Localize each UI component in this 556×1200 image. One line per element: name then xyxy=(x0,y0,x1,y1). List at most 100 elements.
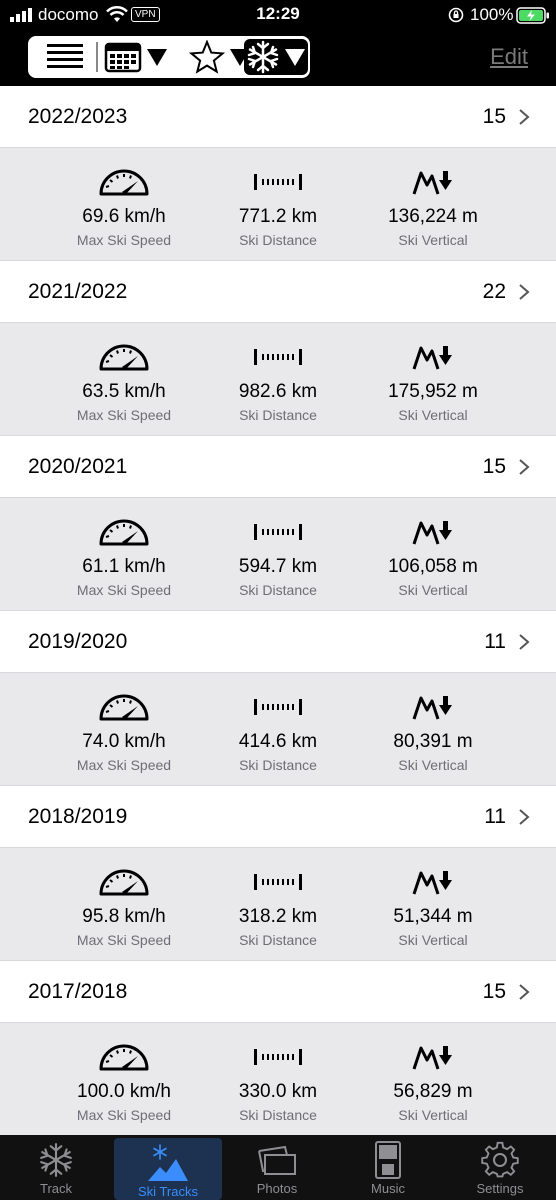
battery-charging-icon xyxy=(516,7,549,24)
speedometer-icon xyxy=(99,344,149,371)
tab-music[interactable]: Music xyxy=(334,1135,442,1200)
distance-stat: 771.2 km Ski Distance xyxy=(198,148,358,248)
status-bar: docomo VPN 12:29 100% xyxy=(0,0,556,30)
list-icon xyxy=(47,44,83,68)
season-row[interactable]: 2021/2022 22 xyxy=(0,261,556,323)
season-track-count: 15 xyxy=(482,455,506,478)
tab-label: Settings xyxy=(476,1181,524,1196)
vertical-descent-icon xyxy=(412,521,452,545)
music-player-icon xyxy=(375,1141,401,1179)
vertical-stat: 80,391 m Ski Vertical xyxy=(353,673,513,773)
tab-label: Photos xyxy=(256,1181,298,1196)
star-icon xyxy=(189,40,225,74)
season-filter-button[interactable] xyxy=(244,39,308,75)
season-stats: 74.0 km/h Max Ski Speed 414.6 km Ski Dis… xyxy=(0,673,556,786)
season-row[interactable]: 2022/2023 15 xyxy=(0,86,556,148)
vertical-stat: 175,952 m Ski Vertical xyxy=(353,323,513,423)
season-track-count: 15 xyxy=(482,980,506,1003)
vertical-descent-icon xyxy=(412,1046,452,1070)
chevron-right-icon xyxy=(519,109,530,125)
season-stats: 100.0 km/h Max Ski Speed 330.0 km Ski Di… xyxy=(0,1023,556,1135)
toolbar: Edit xyxy=(0,30,556,86)
ruler-icon xyxy=(254,1049,302,1065)
season-track-count: 11 xyxy=(484,630,506,653)
vertical-stat: 56,829 m Ski Vertical xyxy=(353,1023,513,1123)
season-section: 2020/2021 15 61.1 km/h Max Ski Speed 594… xyxy=(0,436,556,611)
season-row[interactable]: 2017/2018 15 xyxy=(0,961,556,1023)
tab-label: Track xyxy=(39,1181,73,1196)
distance-stat: 330.0 km Ski Distance xyxy=(198,1023,358,1123)
distance-label: Ski Distance xyxy=(239,757,317,773)
tab-label: Ski Tracks xyxy=(138,1184,198,1199)
chevron-right-icon xyxy=(519,284,530,300)
season-section: 2017/2018 15 100.0 km/h Max Ski Speed 33… xyxy=(0,961,556,1135)
max-speed-label: Max Ski Speed xyxy=(76,1107,172,1123)
distance-stat: 594.7 km Ski Distance xyxy=(198,498,358,598)
season-row[interactable]: 2019/2020 11 xyxy=(0,611,556,673)
distance-label: Ski Distance xyxy=(239,232,317,248)
distance-stat: 318.2 km Ski Distance xyxy=(198,848,358,948)
snowflake-icon xyxy=(247,40,279,74)
view-filter-segmented-control xyxy=(28,36,310,78)
chevron-right-icon xyxy=(519,459,530,475)
chevron-right-icon xyxy=(519,984,530,1000)
season-section: 2018/2019 11 95.8 km/h Max Ski Speed 318… xyxy=(0,786,556,961)
season-row[interactable]: 2018/2019 11 xyxy=(0,786,556,848)
vertical-descent-icon xyxy=(412,871,452,895)
vertical-value: 80,391 m xyxy=(393,731,473,752)
tab-ski-tracks[interactable]: Ski Tracks xyxy=(114,1138,222,1200)
ruler-icon xyxy=(254,524,302,540)
speedometer-icon xyxy=(99,519,149,546)
speedometer-icon xyxy=(99,1044,149,1071)
max-speed-stat: 74.0 km/h Max Ski Speed xyxy=(44,673,204,773)
vertical-label: Ski Vertical xyxy=(398,1107,468,1123)
tab-track[interactable]: Track xyxy=(2,1135,110,1200)
max-speed-stat: 63.5 km/h Max Ski Speed xyxy=(44,323,204,423)
edit-button[interactable]: Edit xyxy=(490,44,528,70)
distance-value: 414.6 km xyxy=(238,731,318,752)
season-section: 2019/2020 11 74.0 km/h Max Ski Speed 414… xyxy=(0,611,556,786)
vertical-value: 136,224 m xyxy=(388,206,478,227)
vertical-stat: 106,058 m Ski Vertical xyxy=(353,498,513,598)
chevron-right-icon xyxy=(519,634,530,650)
season-row[interactable]: 2020/2021 15 xyxy=(0,436,556,498)
tab-photos[interactable]: Photos xyxy=(223,1135,331,1200)
distance-value: 330.0 km xyxy=(238,1081,318,1102)
vertical-stat: 136,224 m Ski Vertical xyxy=(353,148,513,248)
distance-value: 771.2 km xyxy=(238,206,318,227)
season-name: 2020/2021 xyxy=(28,455,128,478)
vertical-descent-icon xyxy=(412,696,452,720)
season-stats: 61.1 km/h Max Ski Speed 594.7 km Ski Dis… xyxy=(0,498,556,611)
speedometer-icon xyxy=(99,869,149,896)
vertical-label: Ski Vertical xyxy=(398,582,468,598)
rotation-lock-icon xyxy=(448,7,464,23)
season-track-count: 11 xyxy=(484,805,506,828)
distance-value: 982.6 km xyxy=(238,381,318,402)
ski-mountain-icon xyxy=(148,1144,188,1181)
vertical-value: 56,829 m xyxy=(393,1081,473,1102)
vertical-label: Ski Vertical xyxy=(398,232,468,248)
season-name: 2021/2022 xyxy=(28,280,128,303)
calendar-filter-button[interactable] xyxy=(100,40,172,74)
tab-settings[interactable]: Settings xyxy=(446,1135,554,1200)
speedometer-icon xyxy=(99,169,149,196)
max-speed-label: Max Ski Speed xyxy=(76,757,172,773)
ruler-icon xyxy=(254,699,302,715)
distance-label: Ski Distance xyxy=(239,1107,317,1123)
list-view-button[interactable] xyxy=(38,40,92,74)
max-speed-stat: 100.0 km/h Max Ski Speed xyxy=(44,1023,204,1123)
max-speed-value: 69.6 km/h xyxy=(82,206,166,227)
battery-percent: 100% xyxy=(470,5,514,24)
max-speed-stat: 95.8 km/h Max Ski Speed xyxy=(44,848,204,948)
season-name: 2018/2019 xyxy=(28,805,128,828)
vertical-label: Ski Vertical xyxy=(398,757,468,773)
max-speed-value: 63.5 km/h xyxy=(82,381,166,402)
season-list: 2022/2023 15 69.6 km/h Max Ski Speed 771… xyxy=(0,86,556,1135)
max-speed-label: Max Ski Speed xyxy=(76,582,172,598)
vertical-stat: 51,344 m Ski Vertical xyxy=(353,848,513,948)
calendar-icon xyxy=(104,42,142,73)
ruler-icon xyxy=(254,174,302,190)
ruler-icon xyxy=(254,874,302,890)
photos-icon xyxy=(258,1145,296,1175)
distance-value: 594.7 km xyxy=(238,556,318,577)
